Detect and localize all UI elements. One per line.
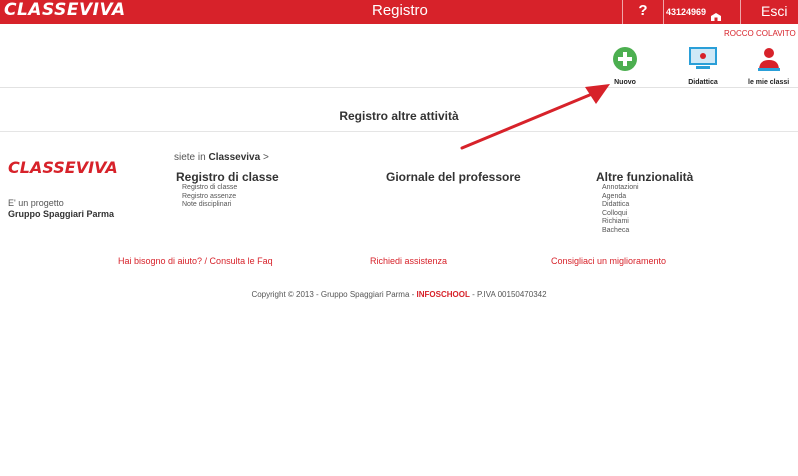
title-divider bbox=[0, 131, 798, 132]
col-title[interactable]: Registro di classe bbox=[176, 170, 279, 184]
footer-logo[interactable]: CLASSEVIVA bbox=[8, 158, 118, 177]
breadcrumb-separator: > bbox=[262, 152, 269, 163]
page-title: Registro altre attività bbox=[339, 109, 459, 123]
project-org: Gruppo Spaggiari Parma bbox=[8, 209, 115, 219]
teacher-icon bbox=[755, 48, 783, 76]
footer-link[interactable]: Agenda bbox=[596, 193, 693, 202]
brand-logo[interactable]: CLASSEVIVA bbox=[4, 0, 126, 20]
toolbar-divider bbox=[0, 87, 798, 88]
project-label: E' un progetto bbox=[8, 198, 64, 208]
breadcrumb: siete in Classeviva > bbox=[174, 152, 269, 163]
copyright-prefix: Copyright © 2013 - Gruppo Spaggiari Parm… bbox=[251, 290, 417, 299]
footer-link[interactable]: Registro di classe bbox=[176, 184, 279, 193]
footer-col-altre: Altre funzionalità Annotazioni Agenda Di… bbox=[596, 170, 693, 235]
footer-link[interactable]: Colloqui bbox=[596, 210, 693, 219]
new-button[interactable]: Nuovo bbox=[612, 46, 638, 86]
board-icon bbox=[688, 47, 718, 76]
footer-link[interactable]: Note disciplinari bbox=[176, 201, 279, 210]
annotation-arrow bbox=[460, 84, 610, 150]
top-bar: CLASSEVIVA Registro ? 43124969 Esci bbox=[0, 0, 798, 24]
footer-col-giornale: Giornale del professore bbox=[386, 170, 521, 184]
footer-link[interactable]: Annotazioni bbox=[596, 184, 693, 193]
user-code-badge[interactable]: 43124969 bbox=[666, 0, 722, 24]
footer-link[interactable]: Bacheca bbox=[596, 227, 693, 236]
my-classes-button[interactable]: le mie classi bbox=[748, 46, 789, 86]
assistance-link[interactable]: Richiedi assistenza bbox=[370, 256, 447, 266]
app-title: Registro bbox=[372, 2, 428, 19]
col-title[interactable]: Giornale del professore bbox=[386, 170, 521, 184]
footer-col-registro: Registro di classe Registro di classe Re… bbox=[176, 170, 279, 210]
footer-link[interactable]: Didattica bbox=[596, 201, 693, 210]
user-code: 43124969 bbox=[666, 7, 707, 17]
my-classes-label: le mie classi bbox=[748, 79, 790, 86]
username-label: ROCCO COLAVITO bbox=[724, 29, 796, 38]
suggestion-link[interactable]: Consigliaci un miglioramento bbox=[551, 256, 666, 266]
copyright: Copyright © 2013 - Gruppo Spaggiari Parm… bbox=[0, 290, 798, 299]
footer-link[interactable]: Registro assenze bbox=[176, 193, 279, 202]
breadcrumb-current[interactable]: Classeviva bbox=[208, 152, 260, 163]
footer-link[interactable]: Richiami bbox=[596, 218, 693, 227]
didattica-button[interactable]: Didattica bbox=[688, 46, 718, 86]
plus-circle-icon bbox=[612, 47, 638, 76]
breadcrumb-prefix: siete in bbox=[174, 152, 206, 163]
help-button[interactable]: ? bbox=[622, 0, 664, 24]
copyright-suffix: - P.IVA 00150470342 bbox=[469, 290, 547, 299]
exit-button[interactable]: Esci bbox=[740, 0, 798, 24]
school-icon bbox=[710, 7, 722, 21]
new-label: Nuovo bbox=[614, 79, 636, 86]
infoschool-link[interactable]: INFOSCHOOL bbox=[417, 290, 470, 299]
col-title[interactable]: Altre funzionalità bbox=[596, 170, 693, 184]
help-faq-link[interactable]: Hai bisogno di aiuto? / Consulta le Faq bbox=[118, 256, 273, 266]
didattica-label: Didattica bbox=[688, 79, 718, 86]
